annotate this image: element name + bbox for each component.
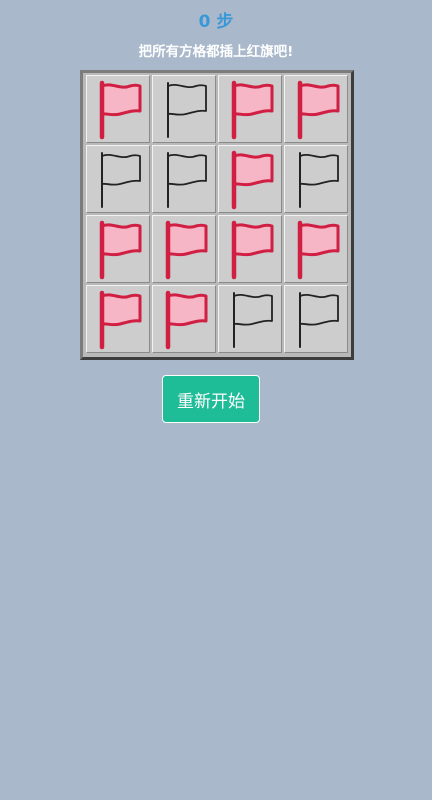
red-flag-icon	[99, 290, 142, 350]
red-flag-icon	[231, 80, 274, 140]
grid-cell-r3-c2[interactable]	[152, 215, 216, 283]
grid-cell-r2-c4[interactable]	[284, 145, 348, 213]
red-flag-icon	[231, 220, 274, 280]
empty-flag-icon	[167, 82, 207, 138]
empty-flag-icon	[167, 152, 207, 208]
grid-cell-r4-c1[interactable]	[86, 285, 150, 353]
empty-flag-icon	[299, 292, 339, 348]
red-flag-icon	[297, 220, 340, 280]
red-flag-icon	[165, 220, 208, 280]
grid-cell-r2-c1[interactable]	[86, 145, 150, 213]
grid-cell-r3-c3[interactable]	[218, 215, 282, 283]
step-counter: 0 步	[198, 12, 234, 32]
restart-button[interactable]: 重新开始	[162, 375, 260, 423]
red-flag-icon	[99, 80, 142, 140]
grid-cell-r4-c4[interactable]	[284, 285, 348, 353]
grid-cell-r3-c4[interactable]	[284, 215, 348, 283]
red-flag-icon	[99, 220, 142, 280]
game-hint: 把所有方格都插上红旗吧!	[138, 44, 294, 60]
empty-flag-icon	[233, 292, 273, 348]
grid-cell-r4-c3[interactable]	[218, 285, 282, 353]
grid-cell-r2-c2[interactable]	[152, 145, 216, 213]
grid-cell-r4-c2[interactable]	[152, 285, 216, 353]
empty-flag-icon	[101, 152, 141, 208]
grid-cell-r2-c3[interactable]	[218, 145, 282, 213]
game-board	[80, 70, 354, 360]
empty-flag-icon	[299, 152, 339, 208]
red-flag-icon	[297, 80, 340, 140]
grid-cell-r3-c1[interactable]	[86, 215, 150, 283]
grid-cell-r1-c2[interactable]	[152, 75, 216, 143]
grid-cell-r1-c1[interactable]	[86, 75, 150, 143]
red-flag-icon	[165, 290, 208, 350]
grid-cell-r1-c4[interactable]	[284, 75, 348, 143]
flag-grid	[86, 75, 348, 353]
red-flag-icon	[231, 150, 274, 210]
grid-cell-r1-c3[interactable]	[218, 75, 282, 143]
